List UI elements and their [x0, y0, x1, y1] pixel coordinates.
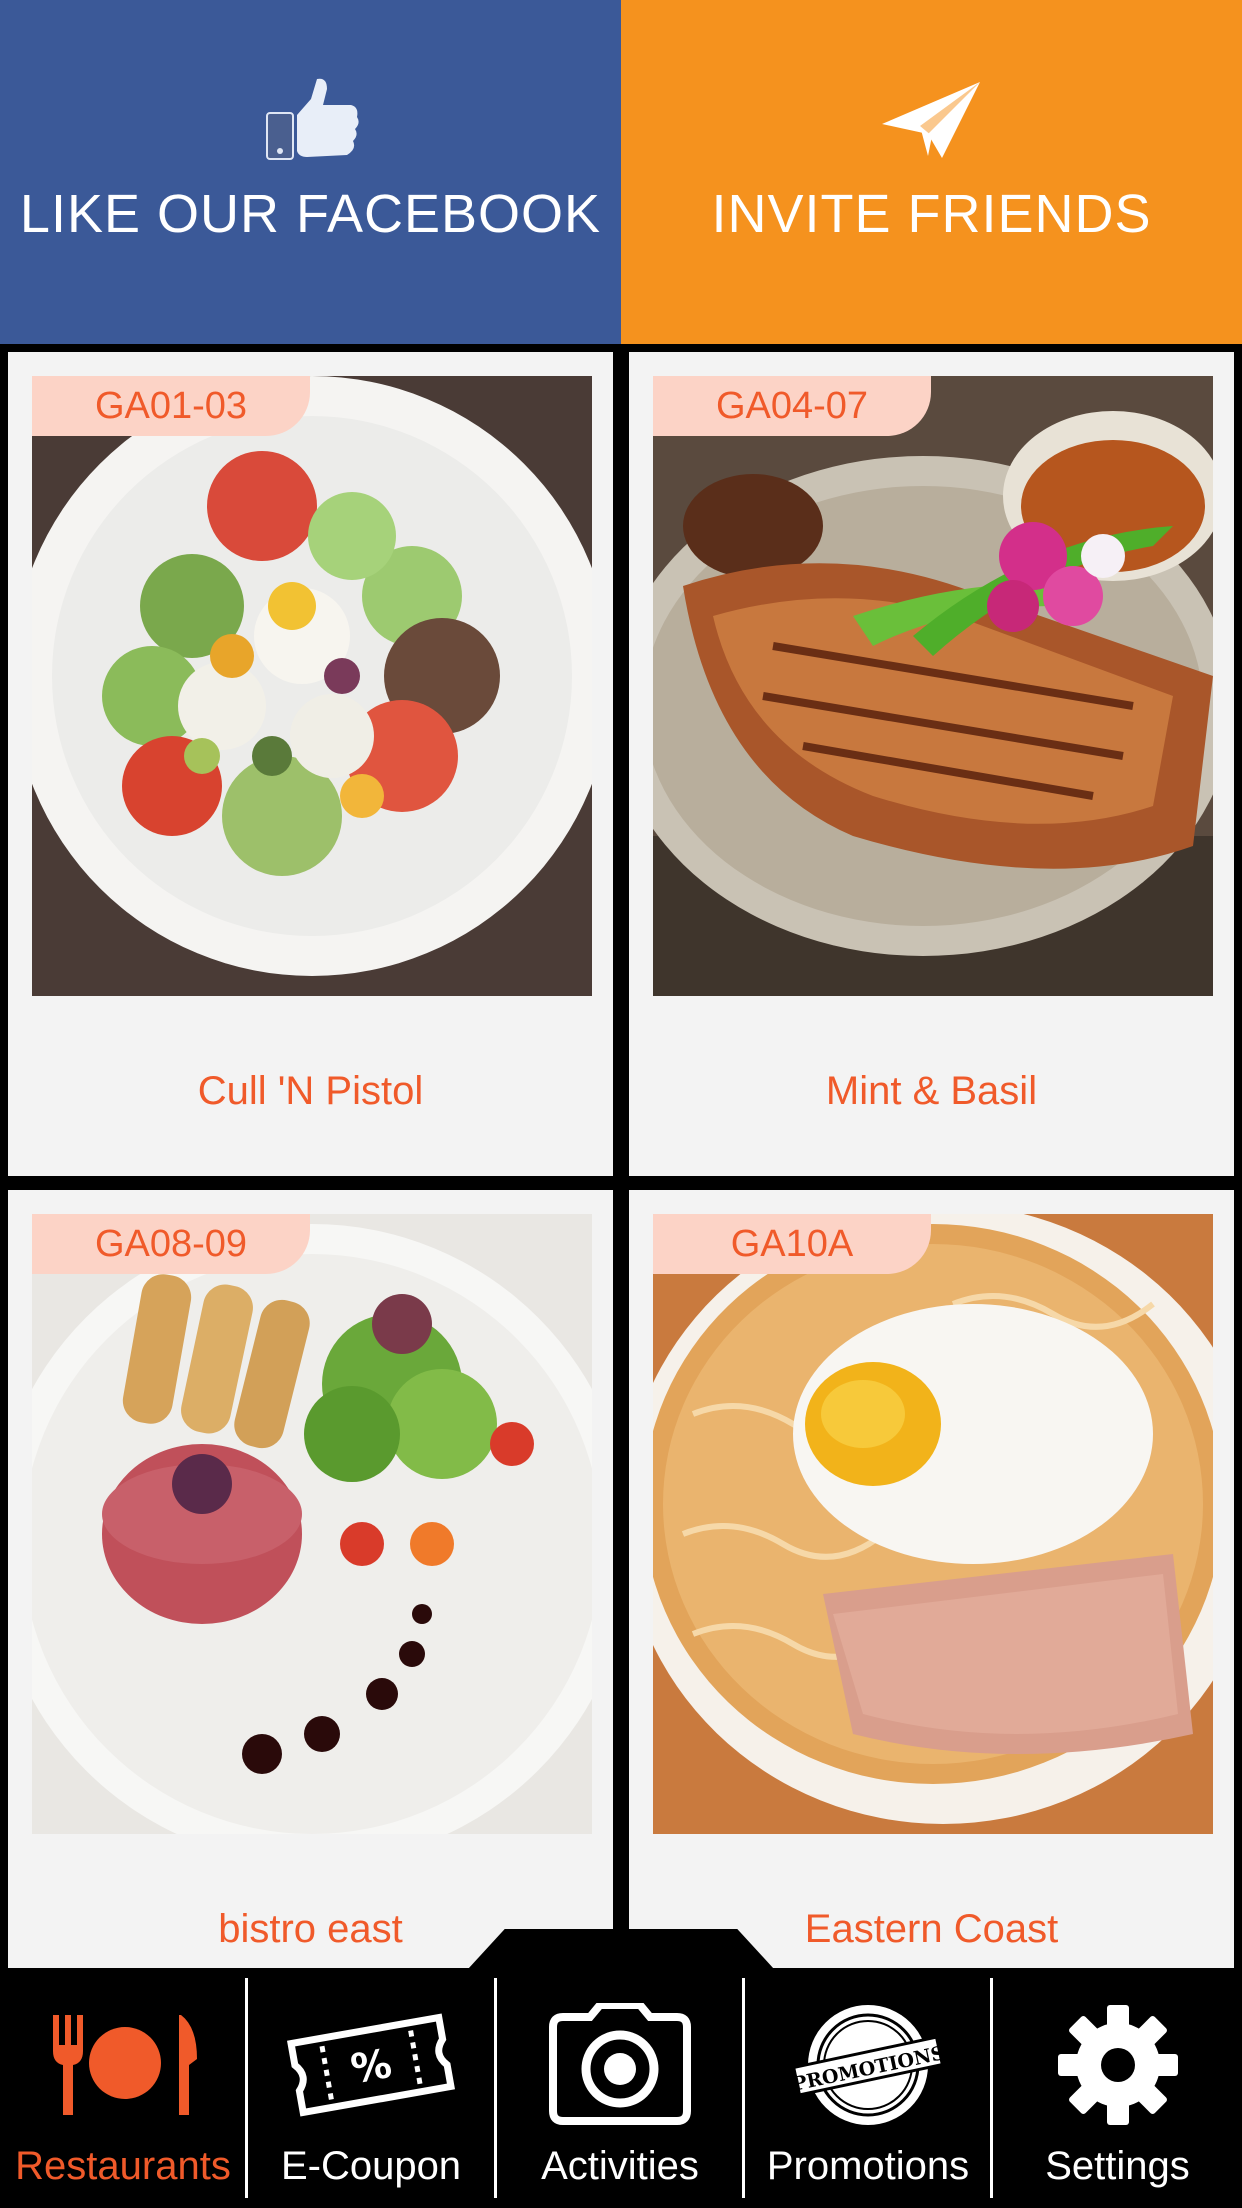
tab-activities[interactable]: Activities [497, 1968, 743, 2208]
tab-settings-label: Settings [1045, 2144, 1190, 2188]
dish-photo: GA08-09 [32, 1214, 592, 1834]
location-code: GA01-03 [94, 384, 248, 427]
location-code-tag: GA01-03 [32, 376, 310, 436]
restaurant-card[interactable]: GA08-09 bistro east [8, 1190, 613, 1968]
camera-icon [545, 2000, 695, 2130]
like-facebook-label: LIKE OUR FACEBOOK [19, 184, 602, 244]
tab-activities-label: Activities [541, 2144, 699, 2188]
dish-photo: GA10A [653, 1214, 1213, 1834]
dish-photo: GA04-07 [653, 376, 1213, 996]
location-code: GA04-07 [715, 384, 869, 427]
gear-icon [1056, 2000, 1180, 2130]
restaurant-grid: GA01-03 Cull 'N Pistol GA04-07 Mint & Ba… [0, 344, 1242, 1968]
location-code-tag: GA08-09 [32, 1214, 310, 1274]
restaurant-card[interactable]: GA01-03 Cull 'N Pistol [8, 352, 613, 1176]
like-facebook-button[interactable]: LIKE OUR FACEBOOK [0, 0, 621, 344]
tab-e-coupon[interactable]: % E-Coupon [248, 1968, 494, 2208]
restaurant-name: Mint & Basil [825, 1069, 1038, 1113]
tab-restaurants-label: Restaurants [15, 2144, 231, 2188]
tab-settings[interactable]: Settings [993, 1968, 1242, 2208]
location-code-tag: GA10A [653, 1214, 931, 1274]
svg-text:%: % [348, 2041, 395, 2093]
tab-e-coupon-label: E-Coupon [280, 2144, 462, 2188]
tab-restaurants[interactable]: Restaurants [0, 1968, 246, 2208]
coupon-ticket-icon: % [286, 2000, 456, 2130]
hero-actions: LIKE OUR FACEBOOK INVITE FRIENDS [0, 0, 1242, 344]
tabbar-notch [468, 1929, 774, 1969]
tab-promotions[interactable]: PROMOTIONS Promotions [745, 1968, 991, 2208]
location-code: GA08-09 [94, 1222, 248, 1265]
invite-friends-button[interactable]: INVITE FRIENDS [621, 0, 1242, 344]
paper-plane-icon [880, 75, 984, 165]
dish-photo: GA01-03 [32, 376, 592, 996]
tab-promotions-label: Promotions [766, 2144, 970, 2188]
restaurant-card[interactable]: GA04-07 Mint & Basil [629, 352, 1234, 1176]
location-code: GA10A [730, 1222, 854, 1265]
restaurant-card[interactable]: GA10A Eastern Coast [629, 1190, 1234, 1968]
invite-friends-label: INVITE FRIENDS [711, 184, 1152, 244]
thumbs-up-icon [261, 75, 361, 165]
restaurant-name: Cull 'N Pistol [197, 1069, 424, 1113]
promotions-badge-icon: PROMOTIONS [793, 2000, 943, 2130]
location-code-tag: GA04-07 [653, 376, 931, 436]
fork-plate-knife-icon [43, 2000, 203, 2130]
